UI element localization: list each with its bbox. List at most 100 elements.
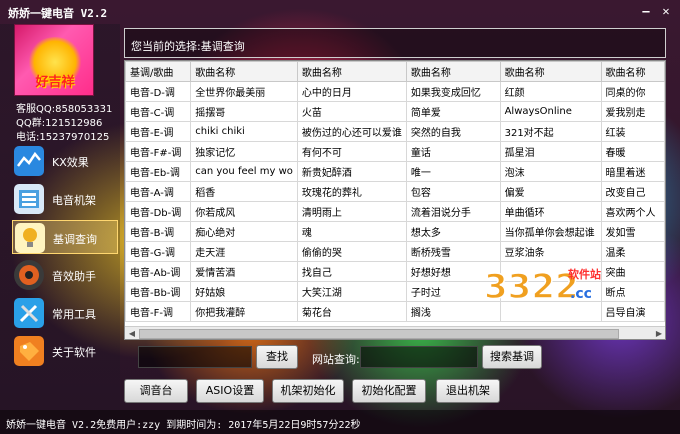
- song-cell[interactable]: 红颜: [499, 81, 602, 102]
- song-cell[interactable]: 泡沫: [499, 161, 602, 182]
- close-button[interactable]: ✕: [658, 4, 674, 18]
- song-cell[interactable]: 痴心绝对: [190, 221, 298, 242]
- find-button[interactable]: 查找: [256, 345, 298, 369]
- table-row[interactable]: 电音-A-调 稻香 玫瑰花的葬礼 包容 偏爱 改变自己: [125, 181, 665, 202]
- song-cell[interactable]: 321对不起: [499, 121, 602, 142]
- song-cell[interactable]: 被伤过的心还可以爱谁: [296, 121, 407, 142]
- sidebar-item-rack[interactable]: 电音机架: [12, 182, 118, 216]
- song-cell[interactable]: 魂: [296, 221, 407, 242]
- song-cell[interactable]: 火苗: [296, 101, 407, 122]
- song-cell[interactable]: 走天涯: [190, 241, 298, 262]
- column-header[interactable]: 歌曲名称: [405, 61, 501, 82]
- song-cell[interactable]: 爱情苦酒: [190, 261, 298, 282]
- song-cell[interactable]: 同桌的你: [600, 81, 665, 102]
- key-cell[interactable]: 电音-F-调: [125, 301, 192, 322]
- table-row[interactable]: 电音-Eb-调 can you feel my wo 新贵妃醉酒 唯一 泡沫 暗里着迷: [125, 161, 665, 182]
- horizontal-scrollbar[interactable]: ◀ ▶: [125, 326, 665, 339]
- song-cell[interactable]: 春暖: [600, 141, 665, 162]
- key-cell[interactable]: 电音-Bb-调: [125, 281, 192, 302]
- song-cell[interactable]: 心中的日月: [296, 81, 407, 102]
- key-cell[interactable]: 电音-A-调: [125, 181, 192, 202]
- rack-init-button[interactable]: 机架初始化: [272, 379, 344, 403]
- song-cell[interactable]: 大笑江湖: [296, 281, 407, 302]
- table-row[interactable]: 电音-E-调 chiki chiki 被伤过的心还可以爱谁 突然的自我 321对不起 红装: [125, 121, 665, 142]
- mixer-button[interactable]: 调音台: [124, 379, 188, 403]
- search-key-button[interactable]: 搜索基调: [482, 345, 542, 369]
- song-cell[interactable]: 稻香: [190, 181, 298, 202]
- song-cell[interactable]: 吕导自演: [600, 301, 665, 322]
- song-cell[interactable]: 当你孤单你会想起谁: [499, 221, 602, 242]
- song-cell[interactable]: 孤星泪: [499, 141, 602, 162]
- song-cell[interactable]: 简单爱: [405, 101, 501, 122]
- song-cell[interactable]: 唯一: [405, 161, 501, 182]
- song-cell[interactable]: 如果我变成回忆: [405, 81, 501, 102]
- column-header[interactable]: 歌曲名称: [499, 61, 602, 82]
- song-cell[interactable]: 包容: [405, 181, 501, 202]
- sidebar-item-key-query[interactable]: 基调查询: [12, 220, 118, 254]
- song-cell[interactable]: AlwaysOnline: [499, 101, 602, 122]
- key-cell[interactable]: 电音-Eb-调: [125, 161, 192, 182]
- url-query-input[interactable]: [360, 346, 478, 368]
- song-cell[interactable]: 改变自己: [600, 181, 665, 202]
- song-cell[interactable]: 有何不可: [296, 141, 407, 162]
- key-cell[interactable]: 电音-E-调: [125, 121, 192, 142]
- song-cell[interactable]: chiki chiki: [190, 121, 298, 142]
- sidebar-item-kx-effect[interactable]: KX效果: [12, 144, 118, 178]
- song-cell[interactable]: 找自己: [296, 261, 407, 282]
- key-cell[interactable]: 电音-B-调: [125, 221, 192, 242]
- key-cell[interactable]: 电音-Ab-调: [125, 261, 192, 282]
- exit-rack-button[interactable]: 退出机架: [436, 379, 500, 403]
- song-cell[interactable]: 菊花台: [296, 301, 407, 322]
- song-cell[interactable]: 摇摆哥: [190, 101, 298, 122]
- sidebar-item-tools[interactable]: 常用工具: [12, 296, 118, 330]
- song-cell[interactable]: 突然的自我: [405, 121, 501, 142]
- song-cell[interactable]: 玫瑰花的葬礼: [296, 181, 407, 202]
- key-cell[interactable]: 电音-F#-调: [125, 141, 192, 162]
- sidebar-item-about[interactable]: 关于软件: [12, 334, 118, 368]
- column-header[interactable]: 歌曲名称: [190, 61, 298, 82]
- column-header[interactable]: 基调/歌曲: [125, 61, 192, 82]
- key-cell[interactable]: 电音-Db-调: [125, 201, 192, 222]
- song-cell[interactable]: 红装: [600, 121, 665, 142]
- song-cell[interactable]: 喜欢两个人: [600, 201, 665, 222]
- song-cell[interactable]: 温柔: [600, 241, 665, 262]
- table-row[interactable]: 电音-Db-调 你若成风 清明雨上 流着泪说分手 单曲循环 喜欢两个人: [125, 201, 665, 222]
- asio-settings-button[interactable]: ASIO设置: [196, 379, 264, 403]
- song-cell[interactable]: 你若成风: [190, 201, 298, 222]
- table-row[interactable]: 电音-C-调 摇摆哥 火苗 简单爱 AlwaysOnline 爱我别走: [125, 101, 665, 122]
- scroll-thumb[interactable]: [139, 329, 619, 339]
- column-header[interactable]: 歌曲名称: [296, 61, 407, 82]
- column-header[interactable]: 歌曲名称: [600, 61, 665, 82]
- song-cell[interactable]: 突曲: [600, 261, 665, 282]
- song-cell[interactable]: 清明雨上: [296, 201, 407, 222]
- song-cell[interactable]: 童话: [405, 141, 501, 162]
- song-cell[interactable]: 偷偷的哭: [296, 241, 407, 262]
- song-cell[interactable]: 新贵妃醉酒: [296, 161, 407, 182]
- sidebar-item-sound-helper[interactable]: 音效助手: [12, 258, 118, 292]
- song-cell[interactable]: 全世界你最美丽: [190, 81, 298, 102]
- song-cell[interactable]: 想太多: [405, 221, 501, 242]
- song-cell[interactable]: 你把我灌醉: [190, 301, 298, 322]
- song-cell[interactable]: can you feel my wo: [190, 161, 298, 182]
- minimize-button[interactable]: —: [638, 4, 654, 18]
- song-cell[interactable]: 爱我别走: [600, 101, 665, 122]
- table-row[interactable]: 电音-B-调 痴心绝对魂想太多 当你孤单你会想起谁 发如雪: [125, 221, 665, 242]
- song-cell[interactable]: 暗里着迷: [600, 161, 665, 182]
- search-input[interactable]: [138, 346, 252, 368]
- scroll-right-icon[interactable]: ▶: [653, 328, 665, 339]
- song-cell[interactable]: 断点: [600, 281, 665, 302]
- song-cell[interactable]: 流着泪说分手: [405, 201, 501, 222]
- scroll-left-icon[interactable]: ◀: [126, 328, 138, 339]
- song-cell[interactable]: 单曲循环: [499, 201, 602, 222]
- table-row[interactable]: 电音-D-调 全世界你最美丽 心中的日月 如果我变成回忆 红颜 同桌的你: [125, 81, 665, 102]
- song-cell[interactable]: 偏爱: [499, 181, 602, 202]
- group-qq: QQ群:121512986: [16, 118, 103, 129]
- key-cell[interactable]: 电音-C-调: [125, 101, 192, 122]
- table-row[interactable]: 电音-F#-调 独家记忆 有何不可 童话 孤星泪 春暖: [125, 141, 665, 162]
- key-cell[interactable]: 电音-D-调: [125, 81, 192, 102]
- song-cell[interactable]: 独家记忆: [190, 141, 298, 162]
- song-cell[interactable]: 好姑娘: [190, 281, 298, 302]
- song-cell[interactable]: 发如雪: [600, 221, 665, 242]
- init-config-button[interactable]: 初始化配置: [352, 379, 426, 403]
- key-cell[interactable]: 电音-G-调: [125, 241, 192, 262]
